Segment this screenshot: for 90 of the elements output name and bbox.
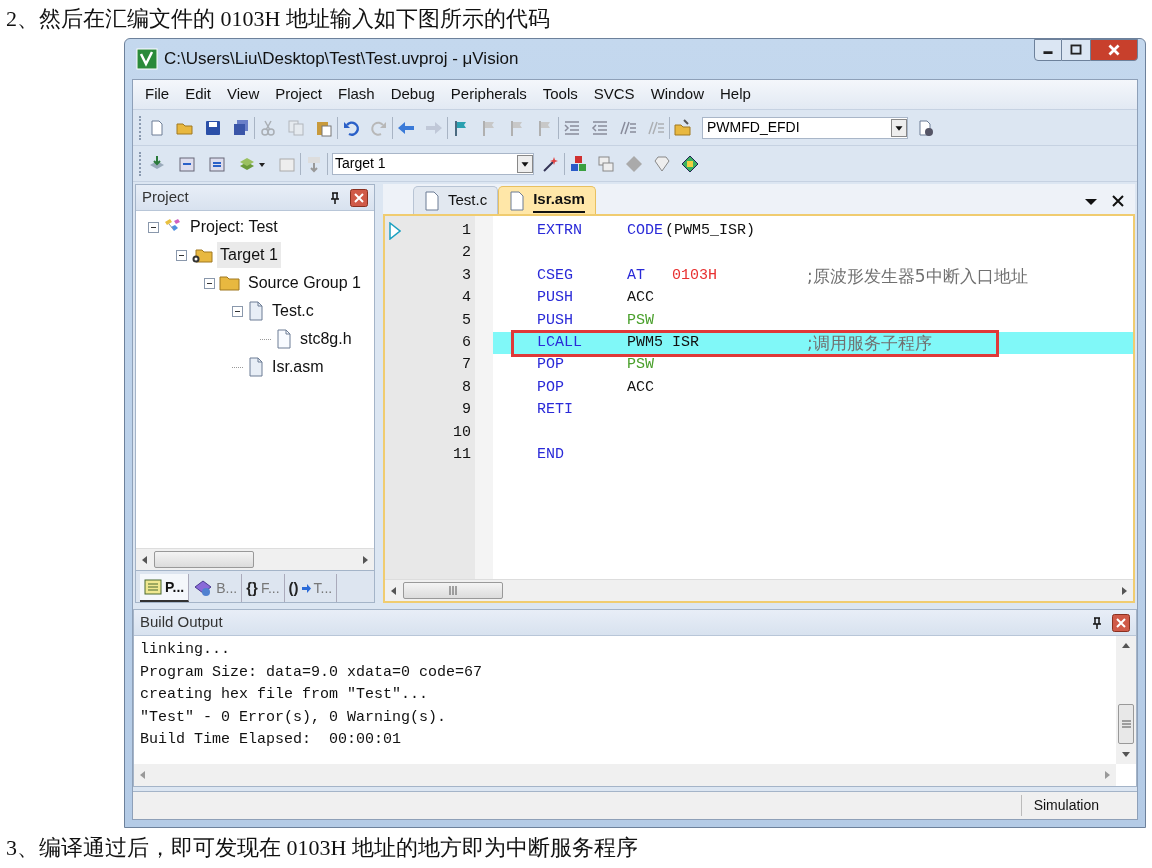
grip-icon [1121,719,1131,729]
panel-tab[interactable]: {} F... [242,574,285,602]
panel-tab[interactable]: P... [140,574,190,602]
menu-item[interactable]: Edit [179,83,218,106]
tab-glyph: () [288,577,299,598]
output-line: "Test" - 0 Error(s), 0 Warning(s). [140,707,448,728]
menu-item[interactable]: Project [269,83,328,106]
menu-item[interactable]: File [139,83,176,106]
line-number: 8 [461,377,471,398]
code-line: PUSH PSW [536,310,655,331]
output-line: creating hex file from "Test"... [140,685,430,706]
tree-item[interactable]: stc8g.h [297,326,355,352]
line-number: 2 [461,243,471,264]
arrow-right-icon [301,583,311,593]
line-number: 11 [452,444,471,465]
code-line: PUSH ACC [536,288,655,309]
menu-item[interactable]: Tools [536,83,584,106]
close-icon[interactable] [350,188,368,207]
file-icon [247,301,265,321]
line-number: 10 [452,422,471,443]
menu-item[interactable]: Peripherals [444,83,533,106]
components-icon[interactable] [569,154,587,173]
menu-item[interactable]: View [221,83,266,106]
tree-item[interactable]: Project: Test [187,214,281,240]
open-folder-icon[interactable] [674,118,692,137]
status-mode: Simulation [1020,795,1111,816]
device-dropdown[interactable]: PWMFD_EFDI [702,116,908,139]
file-icon [275,329,293,349]
save-all-icon[interactable] [232,118,250,137]
collapse-icon[interactable] [232,305,243,317]
file-icon [424,190,440,211]
code-line: RETI [536,400,574,421]
save-icon[interactable] [204,118,222,137]
panel-tab[interactable]: B... [189,574,243,602]
collapse-icon[interactable] [148,221,159,233]
grip-icon [448,586,458,595]
tree-item[interactable]: Target 1 [217,242,281,268]
window-title: C:\Users\Liu\Desktop\Test\Test.uvproj - μVision [164,48,520,71]
file-icon [509,190,526,211]
output-line: Build Time Elapsed: 00:00:01 [140,730,403,751]
line-number: 6 [461,332,471,353]
menu-item[interactable]: SVCS [587,83,641,106]
vertical-scrollbar[interactable] [1116,636,1136,764]
tree-item[interactable]: Isr.asm [269,354,327,380]
app-logo-icon [136,48,158,70]
menu-item[interactable]: Help [714,83,757,106]
code-line: POP ACC [536,377,655,398]
horizontal-scrollbar[interactable] [136,548,374,570]
menu-item[interactable]: Debug [384,83,441,106]
configure-icon[interactable] [916,118,934,137]
horizontal-scrollbar[interactable] [385,579,1133,601]
maximize-icon[interactable] [1062,39,1090,61]
close-icon[interactable] [1112,613,1130,632]
file-tab[interactable]: Test.c [413,186,499,214]
tree-item[interactable]: Test.c [269,298,317,324]
undo-icon[interactable] [342,118,360,137]
file-tab[interactable]: Isr.asm [498,186,596,214]
line-number: 7 [461,355,471,376]
minimize-icon[interactable] [1034,39,1062,61]
line-number: 5 [461,310,471,331]
books-icon [193,579,214,597]
output-line: Program Size: data=9.0 xdata=0 code=67 [140,662,484,683]
code-line: POP PSW [536,355,655,376]
code-line: EXTRN CODE(PWM5_ISR) [536,221,757,241]
line-number: 1 [461,221,471,241]
menu-item[interactable]: Flash [331,83,381,106]
target-dropdown[interactable]: Target 1 [332,152,534,175]
line-number: 4 [461,288,471,309]
collapse-icon[interactable] [204,277,215,289]
line-number: 3 [461,265,471,286]
tab-glyph: {} [246,577,258,598]
tree-item[interactable]: Source Group 1 [245,270,364,296]
heading: 2、然后在汇编文件的 0103H 地址输入如下图所示的代码 [5,5,551,33]
footer-text: 3、编译通过后，即可发现在 0103H 地址的地方即为中断服务程序 [5,834,639,862]
pin-icon[interactable] [328,190,342,205]
file-icon [247,357,265,377]
collapse-icon[interactable] [176,249,187,261]
project-window-icon [144,579,162,595]
panel-title: Build Output [140,612,224,633]
panel-title: Project [142,187,190,208]
code-line: END [536,444,565,465]
pin-icon[interactable] [1090,615,1104,630]
target-folder-icon [191,246,213,264]
panel-tab[interactable]: () T... [284,574,338,602]
gem-icon[interactable] [653,154,671,173]
line-number: 9 [461,400,471,421]
menu-item[interactable]: Window [644,83,710,106]
output-line: linking... [140,640,231,660]
code-line: CSEG AT 0103H ;原波形发生器5中断入口地址 [536,264,1029,288]
folder-icon [219,274,241,292]
